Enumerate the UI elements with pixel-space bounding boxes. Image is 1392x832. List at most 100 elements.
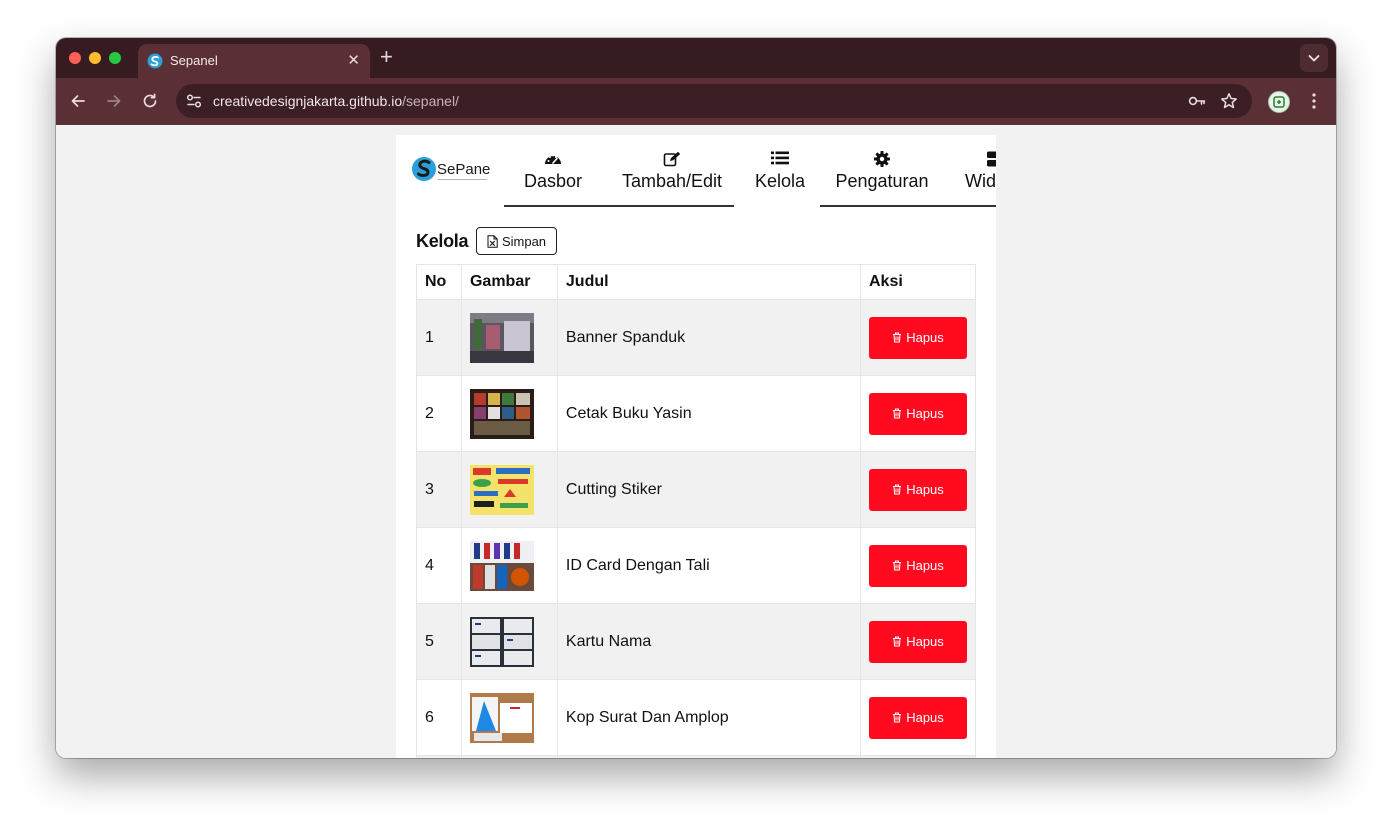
row-number: 4 <box>416 527 462 604</box>
site-settings-icon[interactable] <box>184 91 204 111</box>
delete-button-label: Hapus <box>906 634 944 649</box>
thumbnail-cutting-stiker[interactable] <box>469 464 534 515</box>
row-image-cell <box>460 755 558 758</box>
row-title: Kartu Nama <box>556 603 862 680</box>
trash-icon <box>893 560 902 571</box>
sepanel-favicon-icon <box>147 53 163 69</box>
url-host: creativedesignjakarta.github.io <box>213 93 403 109</box>
back-arrow-icon[interactable] <box>69 92 87 110</box>
row-action-cell: Hapus <box>860 679 976 756</box>
row-image-cell <box>460 299 558 376</box>
trash-icon <box>893 484 902 495</box>
forward-arrow-icon[interactable] <box>105 92 123 110</box>
logo-wordmark: SePanel <box>437 161 490 178</box>
column-header-judul: Judul <box>556 264 862 300</box>
row-number: 2 <box>416 375 462 452</box>
menu-item-tambah-edit[interactable]: Tambah/Edit <box>608 135 736 207</box>
row-title: ID Card Dengan Tali <box>556 527 862 604</box>
row-action-cell: Hapus <box>860 527 976 604</box>
delete-button-label: Hapus <box>906 406 944 421</box>
row-number: 7 <box>416 755 462 758</box>
column-header-aksi: Aksi <box>860 264 976 300</box>
row-image-cell <box>460 375 558 452</box>
menu-item-widget[interactable]: Widget <box>950 135 996 207</box>
delete-button[interactable]: Hapus <box>869 392 967 435</box>
main-menu: Dasbor Tambah/Edit Kelola Pengaturan Wid <box>504 135 996 207</box>
row-image-cell <box>460 603 558 680</box>
delete-button[interactable]: Hapus <box>869 544 967 587</box>
delete-button[interactable]: Hapus <box>869 316 967 359</box>
trash-icon <box>893 408 902 419</box>
reload-icon[interactable] <box>141 92 159 110</box>
column-header-no: No <box>416 264 462 300</box>
row-number: 6 <box>416 679 462 756</box>
bookmark-star-icon[interactable] <box>1220 92 1238 110</box>
edit-icon <box>663 151 681 167</box>
chevron-down-icon <box>1308 55 1320 62</box>
maximize-window-button[interactable] <box>109 52 121 64</box>
menu-item-kelola[interactable]: Kelola <box>744 135 816 207</box>
row-number: 5 <box>416 603 462 680</box>
delete-button-label: Hapus <box>906 330 944 345</box>
menu-label-tambah-edit: Tambah/Edit <box>621 171 723 191</box>
tab-close-icon[interactable]: ✕ <box>347 51 360 69</box>
delete-button[interactable]: Hapus <box>869 468 967 511</box>
sepanel-panel: SePanel Dasbor Tambah/Edit Kelola Pengat… <box>396 135 996 758</box>
url-text[interactable]: creativedesignjakarta.github.io/sepanel/ <box>213 93 459 109</box>
menu-item-pengaturan[interactable]: Pengaturan <box>822 135 942 207</box>
thumbnail-cetak-buku-yasin[interactable] <box>469 388 534 439</box>
new-tab-button[interactable]: + <box>380 46 393 68</box>
trash-icon <box>893 636 902 647</box>
minimize-window-button[interactable] <box>89 52 101 64</box>
file-excel-icon <box>487 234 498 248</box>
row-number: 1 <box>416 299 462 376</box>
delete-button-label: Hapus <box>906 482 944 497</box>
row-action-cell: Hapus <box>860 451 976 528</box>
tachometer-icon <box>545 154 561 164</box>
browser-menu-icon[interactable] <box>1308 91 1320 111</box>
thumbnail-banner-spanduk[interactable] <box>469 312 534 363</box>
save-button[interactable]: Simpan <box>476 227 557 255</box>
thumbnail-kop-surat[interactable] <box>469 692 534 743</box>
table-row: 7 <box>416 755 976 758</box>
thumbnail-kartu-nama[interactable] <box>469 616 534 667</box>
page-title: Kelola <box>416 231 469 251</box>
tab-title: Sepanel <box>170 53 218 68</box>
table-row: 1 Banner Spanduk Hapus <box>416 299 976 376</box>
table-row: 5 Kartu Nama Hapus <box>416 603 976 680</box>
delete-button[interactable]: Hapus <box>869 696 967 739</box>
browser-window: Sepanel ✕ + creativedesignjakarta.github… <box>56 38 1336 758</box>
sepanel-logo[interactable]: SePanel <box>412 155 490 185</box>
row-title: Cutting Stiker <box>556 451 862 528</box>
menu-label-pengaturan: Pengaturan <box>835 171 929 191</box>
thumbnail-id-card[interactable] <box>469 540 534 591</box>
close-window-button[interactable] <box>69 52 81 64</box>
profile-extension-icon <box>1273 96 1285 108</box>
menu-underline-left <box>504 205 734 207</box>
row-title <box>556 755 862 758</box>
tab-search-button[interactable] <box>1300 44 1328 72</box>
page-viewport: SePanel Dasbor Tambah/Edit Kelola Pengat… <box>56 125 1336 758</box>
browser-tab[interactable]: Sepanel ✕ <box>138 44 370 78</box>
url-path: /sepanel/ <box>402 93 459 109</box>
table-row: 2 Cetak Buku Yasin Hapus <box>416 375 976 452</box>
extension-icon[interactable] <box>1268 91 1290 113</box>
password-key-icon[interactable] <box>1188 93 1206 109</box>
menu-item-dasbor[interactable]: Dasbor <box>504 135 602 207</box>
list-icon <box>771 151 789 165</box>
trash-icon <box>893 332 902 343</box>
address-bar[interactable]: creativedesignjakarta.github.io/sepanel/ <box>176 84 1252 118</box>
widget-icon <box>987 151 996 167</box>
table-row: 4 ID Card Dengan Tali Hapus <box>416 527 976 604</box>
row-title: Kop Surat Dan Amplop <box>556 679 862 756</box>
row-action-cell: Hapus <box>860 375 976 452</box>
delete-button-label: Hapus <box>906 558 944 573</box>
row-action-cell: Hapus <box>860 299 976 376</box>
menu-label-kelola: Kelola <box>754 171 806 191</box>
delete-button-label: Hapus <box>906 710 944 725</box>
delete-button[interactable]: Hapus <box>869 620 967 663</box>
row-image-cell <box>460 527 558 604</box>
table-row: 6 Kop Surat Dan Amplop Hapus <box>416 679 976 756</box>
menu-underline-right <box>820 205 996 207</box>
row-number: 3 <box>416 451 462 528</box>
